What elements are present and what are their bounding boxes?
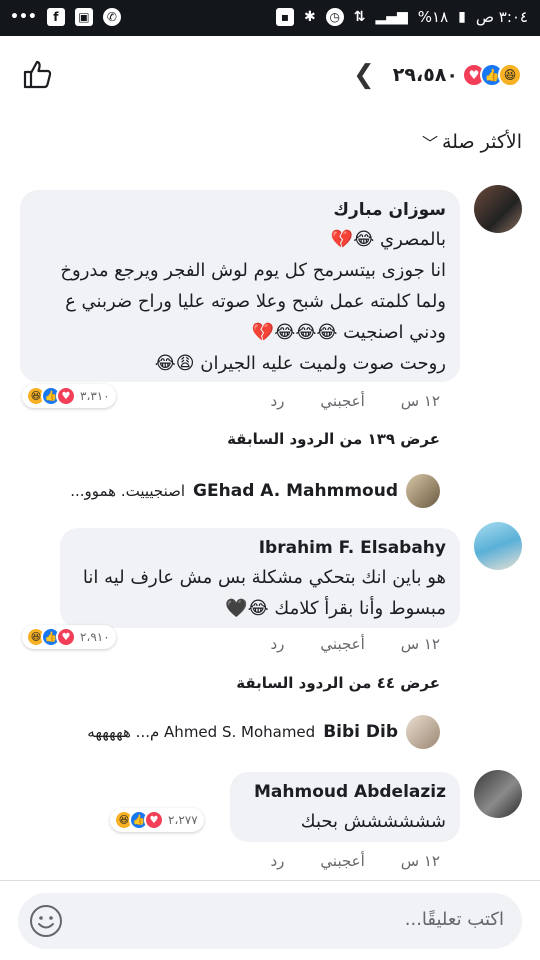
sort-label: الأكثر صلة bbox=[441, 131, 522, 153]
alarm-icon: ◷ bbox=[325, 8, 344, 26]
clock: ٣:٠٤ ص bbox=[475, 8, 528, 26]
sim-icon: ▪ bbox=[275, 8, 294, 26]
emoji-icon[interactable] bbox=[28, 903, 64, 939]
comment-placeholder: اكتب تعليقًا... bbox=[404, 909, 504, 930]
comment-reactions[interactable]: 😆 👍 ♥ ٢،٢٧٧ bbox=[110, 808, 204, 832]
reaction-count: ٢،٩١٠ bbox=[80, 630, 110, 644]
reaction-count: ٣،٣١٠ bbox=[80, 389, 110, 403]
comment-input[interactable]: اكتب تعليقًا... bbox=[18, 893, 522, 949]
signal-icon: ▂▄▆ bbox=[375, 9, 408, 25]
like-link[interactable]: أعجبني bbox=[320, 852, 364, 870]
like-link[interactable]: أعجبني bbox=[320, 392, 364, 410]
reply-author[interactable]: Bibi Dib bbox=[323, 722, 398, 742]
avatar[interactable] bbox=[474, 185, 522, 233]
avatar[interactable] bbox=[474, 522, 522, 570]
reaction-summary[interactable]: ❮ ٢٩،٥٨٠ ♥ 👍 😆 bbox=[353, 60, 522, 90]
love-reaction-icon: ♥ bbox=[56, 627, 76, 647]
more-dots-icon: ••• bbox=[10, 9, 37, 25]
comment-composer: اكتب تعليقًا... bbox=[0, 880, 540, 960]
comment-author[interactable]: سوزان مبارك bbox=[34, 200, 446, 220]
comment-author[interactable]: Ibrahim F. Elsabahy bbox=[74, 538, 446, 558]
avatar[interactable] bbox=[474, 770, 522, 818]
status-system: ▪ ✱ ◷ ⇅ ▂▄▆ %١٨ ▮ ٣:٠٤ ص bbox=[275, 8, 528, 26]
comment-time: ١٢ س bbox=[400, 392, 440, 410]
love-reaction-icon: ♥ bbox=[144, 810, 164, 830]
avatar[interactable] bbox=[406, 715, 440, 749]
back-chevron-icon[interactable]: ❮ bbox=[353, 60, 375, 90]
facebook-icon: f bbox=[46, 8, 65, 26]
comment-text: هو باين انك بتحكي مشكلة بس مش عارف ليه ا… bbox=[82, 567, 446, 619]
comment-reactions[interactable]: 😆 👍 ♥ ٢،٩١٠ bbox=[22, 625, 116, 649]
comment-actions: ١٢ س أعجبني رد bbox=[270, 852, 440, 870]
haha-reaction-icon: 😆 bbox=[498, 63, 522, 87]
reply-preview[interactable]: Bibi Dib Ahmed S. Mohamed م... هههههه bbox=[87, 715, 440, 749]
like-link[interactable]: أعجبني bbox=[320, 635, 364, 653]
like-outline-icon[interactable] bbox=[22, 58, 54, 90]
comment-bubble: Ibrahim F. Elsabahy هو باين انك بتحكي مش… bbox=[60, 528, 460, 628]
reaction-count: ٢٩،٥٨٠ bbox=[392, 64, 458, 86]
love-reaction-icon: ♥ bbox=[56, 386, 76, 406]
sort-dropdown[interactable]: الأكثر صلة ﹀ bbox=[422, 130, 522, 154]
view-previous-replies[interactable]: عرض ٤٤ من الردود السابقة bbox=[236, 674, 440, 692]
avatar[interactable] bbox=[406, 474, 440, 508]
whatsapp-icon: ✆ bbox=[102, 8, 121, 26]
comment-time: ١٢ س bbox=[400, 635, 440, 653]
comment-author[interactable]: Mahmoud Abdelaziz bbox=[244, 782, 446, 802]
comment-bubble: سوزان مبارك بالمصري 😂💔 انا جوزى بيتسرمح … bbox=[20, 190, 460, 382]
reply-preview[interactable]: GEhad A. Mahmmoud اصنجيييت. هموو... bbox=[70, 474, 440, 508]
network-icon: ⇅ bbox=[353, 9, 366, 25]
reply-link[interactable]: رد bbox=[270, 392, 284, 410]
reactions-header: ❮ ٢٩،٥٨٠ ♥ 👍 😆 bbox=[0, 36, 540, 112]
view-previous-replies[interactable]: عرض ١٣٩ من الردود السابقة bbox=[227, 430, 440, 448]
status-notifications: ••• f ▣ ✆ bbox=[10, 8, 121, 26]
bluetooth-icon: ✱ bbox=[303, 9, 316, 25]
battery-icon: ▮ bbox=[458, 9, 466, 25]
reaction-count: ٢،٢٧٧ bbox=[168, 813, 198, 827]
reply-author[interactable]: GEhad A. Mahmmoud bbox=[193, 481, 398, 501]
comment-actions: ١٢ س أعجبني رد bbox=[270, 635, 440, 653]
comment-reactions[interactable]: 😆 👍 ♥ ٣،٣١٠ bbox=[22, 384, 116, 408]
status-bar: ••• f ▣ ✆ ▪ ✱ ◷ ⇅ ▂▄▆ %١٨ ▮ ٣:٠٤ ص bbox=[0, 0, 540, 36]
reply-text: اصنجيييت. هموو... bbox=[70, 482, 186, 500]
chevron-down-icon: ﹀ bbox=[421, 134, 438, 153]
battery-percent: %١٨ bbox=[417, 8, 449, 26]
comment-bubble: Mahmoud Abdelaziz شششششش بحبك bbox=[230, 772, 460, 842]
comment-time: ١٢ س bbox=[400, 852, 440, 870]
comment-actions: ١٢ س أعجبني رد bbox=[270, 392, 440, 410]
reply-link[interactable]: رد bbox=[270, 635, 284, 653]
comment-text: بالمصري 😂💔 انا جوزى بيتسرمح كل يوم لوش ا… bbox=[60, 229, 446, 374]
gallery-icon: ▣ bbox=[74, 8, 93, 26]
comment-text: شششششش بحبك bbox=[300, 811, 446, 832]
reply-link[interactable]: رد bbox=[270, 852, 284, 870]
reply-text: Ahmed S. Mohamed م... هههههه bbox=[87, 723, 316, 741]
